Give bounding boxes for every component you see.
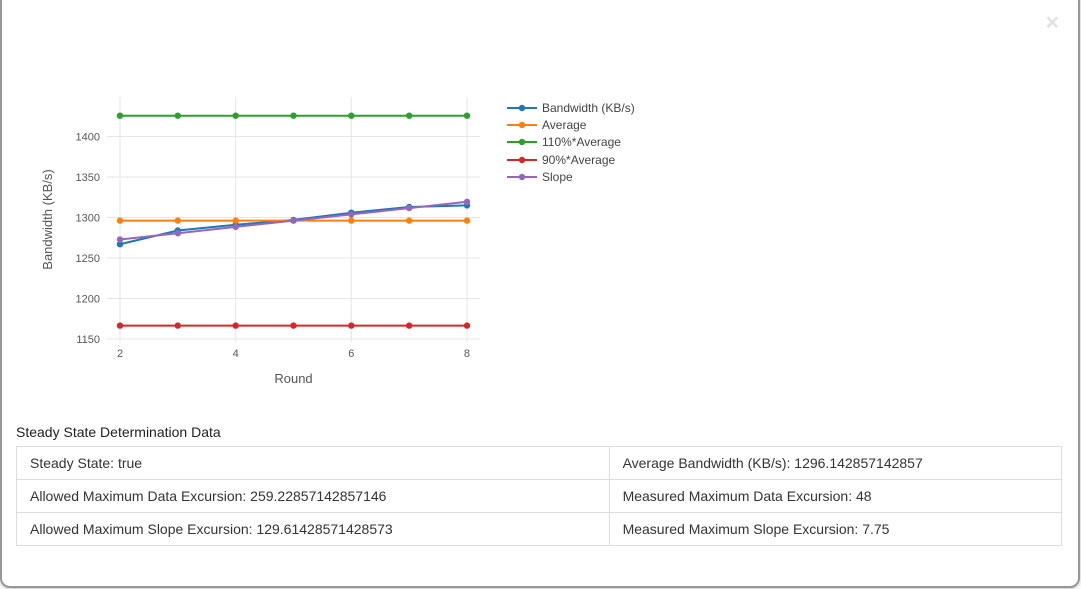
data-point-marker	[348, 211, 354, 217]
table-title: Steady State Determination Data	[16, 425, 1062, 440]
legend-marker-icon	[507, 102, 537, 114]
close-icon[interactable]: ×	[1046, 14, 1059, 30]
table-row: Allowed Maximum Data Excursion: 259.2285…	[17, 480, 1062, 513]
x-tick-label: 6	[348, 348, 354, 360]
steady-state-section: Steady State Determination Data Steady S…	[16, 425, 1062, 546]
steady-state-modal: × 1150 1200 1250 1300 1350 1400 2 4 6 8 Bandwidth …	[0, 0, 1080, 588]
legend-marker-icon	[507, 119, 537, 131]
table-cell: Steady State: true	[17, 447, 610, 480]
chart-canvas: 1150 1200 1250 1300 1350 1400 2 4 6 8 Bandwidth (K…	[30, 82, 508, 397]
series-2	[117, 113, 470, 119]
data-point-marker	[233, 224, 239, 230]
data-point-marker	[464, 217, 470, 223]
y-tick-label: 1200	[76, 294, 100, 306]
x-tick-label: 8	[464, 348, 470, 360]
legend-marker-icon	[507, 171, 537, 183]
y-tick-label: 1350	[76, 172, 100, 184]
data-point-marker	[348, 322, 354, 328]
data-point-marker	[117, 113, 123, 119]
data-point-marker	[117, 236, 123, 242]
data-point-marker	[175, 322, 181, 328]
legend-item-1[interactable]: Average	[507, 116, 635, 133]
table-row: Allowed Maximum Slope Excursion: 129.614…	[17, 513, 1062, 546]
data-point-marker	[348, 113, 354, 119]
steady-state-table: Steady State: trueAverage Bandwidth (KB/…	[16, 446, 1062, 546]
legend-marker-icon	[507, 136, 537, 148]
data-point-marker	[406, 322, 412, 328]
data-point-marker	[290, 217, 296, 223]
data-point-marker	[175, 113, 181, 119]
data-point-marker	[233, 322, 239, 328]
data-point-marker	[233, 217, 239, 223]
series-0	[117, 202, 470, 247]
gridlines: 1150 1200 1250 1300 1350 1400 2 4 6 8	[76, 97, 480, 360]
table-cell: Allowed Maximum Slope Excursion: 129.614…	[17, 513, 610, 546]
legend-item-0[interactable]: Bandwidth (KB/s)	[507, 99, 635, 116]
data-point-marker	[117, 217, 123, 223]
legend-item-2[interactable]: 110%*Average	[507, 134, 635, 151]
table-cell: Allowed Maximum Data Excursion: 259.2285…	[17, 480, 610, 513]
data-point-marker	[406, 217, 412, 223]
data-point-marker	[348, 217, 354, 223]
data-point-marker	[406, 113, 412, 119]
series-line	[120, 205, 467, 244]
y-tick-label: 1150	[76, 334, 100, 346]
y-axis-label: Bandwidth (KB/s)	[40, 169, 55, 269]
x-tick-label: 2	[117, 348, 123, 360]
y-tick-label: 1250	[76, 253, 100, 265]
table-row: Steady State: trueAverage Bandwidth (KB/…	[17, 447, 1062, 480]
data-point-marker	[233, 113, 239, 119]
legend-label: 110%*Average	[542, 135, 621, 149]
chart-legend: Bandwidth (KB/s) Average 110%*Average 90%*A…	[507, 99, 635, 186]
table-cell: Measured Maximum Slope Excursion: 7.75	[609, 513, 1061, 546]
data-point-marker	[117, 322, 123, 328]
table-cell: Measured Maximum Data Excursion: 48	[609, 480, 1061, 513]
legend-label: Bandwidth (KB/s)	[542, 101, 635, 115]
legend-label: 90%*Average	[542, 153, 615, 167]
series-3	[117, 322, 470, 328]
legend-marker-icon	[507, 154, 537, 166]
legend-item-3[interactable]: 90%*Average	[507, 151, 635, 168]
data-point-marker	[290, 322, 296, 328]
bandwidth-chart: 1150 1200 1250 1300 1350 1400 2 4 6 8 Bandwidth (K…	[30, 82, 508, 397]
data-point-marker	[175, 217, 181, 223]
data-point-marker	[406, 205, 412, 211]
table-cell: Average Bandwidth (KB/s): 1296.142857142…	[609, 447, 1061, 480]
legend-item-4[interactable]: Slope	[507, 169, 635, 186]
data-point-marker	[464, 199, 470, 205]
data-point-marker	[175, 230, 181, 236]
y-tick-label: 1300	[76, 213, 100, 225]
x-axis-label: Round	[274, 371, 312, 386]
legend-label: Average	[542, 118, 586, 132]
data-point-marker	[290, 113, 296, 119]
legend-label: Slope	[542, 170, 573, 184]
data-point-marker	[464, 113, 470, 119]
y-tick-label: 1400	[76, 132, 100, 144]
data-point-marker	[464, 322, 470, 328]
x-tick-label: 4	[233, 348, 239, 360]
